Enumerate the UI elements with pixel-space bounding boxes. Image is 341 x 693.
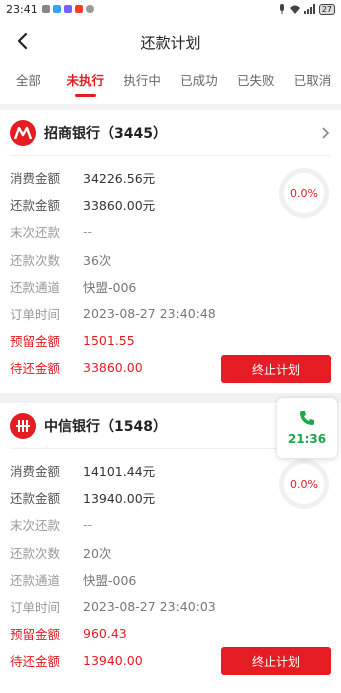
detail-value: 13940.00元	[83, 491, 156, 507]
detail-value: 14101.44元	[83, 464, 156, 480]
detail-label: 还款金额	[10, 198, 61, 214]
plan-card: 招商银行（3445） 0.0% 消费金额 34226.56元 还款金额 33860.…	[0, 110, 341, 393]
detail-label: 订单时间	[10, 600, 61, 616]
call-duration: 21:36	[287, 432, 327, 446]
floating-call-widget[interactable]: 21:36	[277, 398, 337, 458]
stop-plan-button[interactable]: 终止计划	[221, 355, 331, 383]
signal-icon	[303, 4, 315, 14]
wifi-icon	[289, 5, 300, 14]
detail-value: 快盟-006	[83, 279, 137, 295]
detail-row: 预留金额 960.43	[10, 620, 331, 647]
detail-label: 预留金额	[10, 334, 61, 350]
bank-name: 招商银行（3445）	[44, 125, 167, 142]
sync-icon	[85, 5, 94, 13]
detail-label: 待还金额	[10, 361, 61, 377]
microphone-icon	[279, 4, 284, 14]
detail-row: 订单时间 2023-08-27 23:40:03	[10, 593, 331, 620]
detail-label: 消费金额	[10, 171, 61, 187]
progress-ring: 0.0%	[279, 459, 329, 509]
detail-label: 待还金额	[10, 654, 61, 670]
detail-value: 13940.00	[83, 653, 143, 669]
detail-value: --	[83, 224, 93, 240]
detail-row: 还款次数 20次	[10, 539, 331, 566]
detail-value: 36次	[83, 252, 112, 268]
stop-plan-button[interactable]: 终止计划	[221, 647, 331, 675]
citic-bank-logo-icon	[10, 412, 36, 439]
detail-label: 末次还款	[10, 518, 61, 534]
tab-executing[interactable]: 执行中	[114, 70, 171, 100]
detail-value: --	[83, 517, 93, 533]
tab-all[interactable]: 全部	[0, 70, 57, 100]
detail-row: 末次还款 --	[10, 218, 331, 245]
message-icon	[41, 5, 50, 13]
detail-label: 预留金额	[10, 627, 61, 643]
page-title: 还款计划	[140, 33, 201, 52]
progress-ring: 0.0%	[279, 168, 329, 218]
detail-label: 还款金额	[10, 491, 61, 507]
detail-value: 2023-08-27 23:40:48	[83, 306, 216, 322]
notification-icons	[41, 5, 94, 13]
detail-value: 20次	[83, 545, 112, 561]
detail-row: 还款通道 快盟-006	[10, 566, 331, 593]
detail-label: 末次还款	[10, 225, 61, 241]
detail-row: 还款通道 快盟-006	[10, 273, 331, 300]
detail-value: 34226.56元	[83, 171, 156, 187]
detail-value: 33860.00	[83, 360, 143, 376]
chevron-right-icon[interactable]	[319, 126, 331, 140]
detail-row: 预留金额 1501.55	[10, 327, 331, 354]
detail-label: 还款通道	[10, 572, 61, 588]
tab-cancelled[interactable]: 已取消	[284, 70, 341, 100]
battery-indicator: 27	[318, 3, 335, 15]
detail-label: 还款通道	[10, 279, 61, 295]
detail-value: 快盟-006	[83, 572, 137, 588]
bank-name: 中信银行（1548）	[44, 418, 167, 435]
qq-icon	[52, 5, 61, 13]
tab-succeeded[interactable]: 已成功	[170, 70, 227, 100]
detail-label: 还款次数	[10, 545, 61, 561]
tab-not-executed[interactable]: 未执行	[57, 70, 114, 100]
detail-label: 订单时间	[10, 307, 61, 323]
tab-failed[interactable]: 已失败	[227, 70, 284, 100]
app-icon-2	[74, 5, 83, 13]
detail-row: 还款次数 36次	[10, 246, 331, 273]
app-icon	[63, 5, 72, 13]
cmb-bank-logo-icon	[10, 119, 36, 146]
back-arrow-icon[interactable]	[12, 30, 34, 52]
detail-row: 末次还款 --	[10, 511, 331, 538]
nav-bar: 还款计划	[0, 18, 341, 66]
status-tabs: 全部 未执行 执行中 已成功 已失败 已取消	[0, 66, 341, 104]
detail-label: 还款次数	[10, 252, 61, 268]
detail-label: 消费金额	[10, 464, 61, 480]
status-bar: 23:41 27	[0, 0, 341, 18]
detail-value: 33860.00元	[83, 198, 156, 214]
detail-row: 订单时间 2023-08-27 23:40:48	[10, 300, 331, 327]
phone-icon	[300, 411, 314, 425]
detail-value: 2023-08-27 23:40:03	[83, 599, 216, 615]
detail-value: 1501.55	[83, 333, 135, 349]
status-time: 23:41	[6, 2, 38, 16]
plan-card-header[interactable]: 招商银行（3445）	[10, 110, 331, 156]
detail-value: 960.43	[83, 626, 127, 642]
